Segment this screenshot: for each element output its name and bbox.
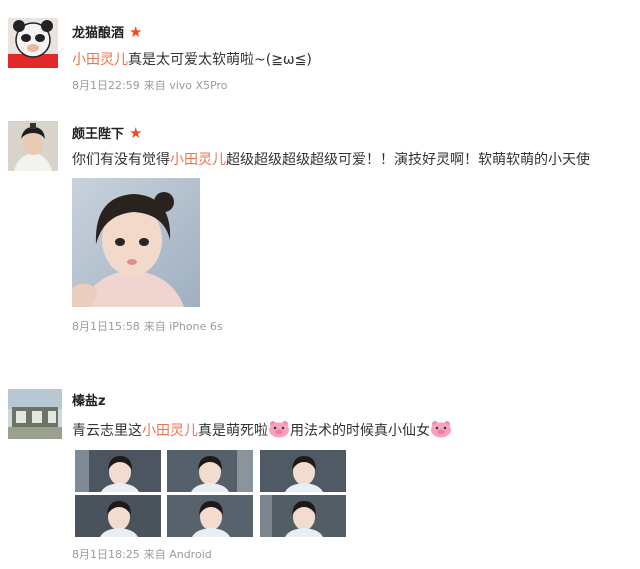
star-icon: ★: [129, 124, 143, 142]
post-source: vivo X5Pro: [169, 79, 228, 92]
source-prefix: 来自: [143, 548, 166, 561]
post-meta: 8月1日22:59 来自 vivo X5Pro: [72, 77, 228, 93]
post-date[interactable]: 8月1日18:25: [72, 548, 140, 561]
mention-link[interactable]: 小田灵儿: [142, 423, 198, 439]
pink-pig-face-icon: [431, 421, 451, 438]
post-1: 龙猫酿酒 ★ 小田灵儿真是太可爱太软萌啦~(≧ω≦) 8月1日22:59 来自 vi…: [0, 0, 640, 100]
post-source: Android: [169, 548, 212, 561]
post-text: 你们有没有觉得小田灵儿超级超级超级超级可爱！！演技好灵啊！软萌软萌的小天使: [72, 152, 590, 168]
post-date[interactable]: 8月1日15:58: [72, 320, 140, 333]
post-photo[interactable]: [72, 178, 200, 307]
avatar[interactable]: [8, 121, 58, 171]
photo-thumbnail[interactable]: [260, 450, 346, 492]
username[interactable]: 榛盐z: [72, 394, 106, 409]
post-text: 小田灵儿真是太可爱太软萌啦~(≧ω≦): [72, 52, 312, 68]
post-meta: 8月1日15:58 来自 iPhone 6s: [72, 318, 223, 334]
post-3: 榛盐z 青云志里这小田灵儿真是萌死啦 用法术的时候真小仙女 8月1日18:25 来自…: [0, 375, 640, 569]
photo-thumbnail[interactable]: [75, 450, 161, 492]
star-icon: ★: [129, 23, 143, 41]
post-2: 颇王陛下 ★ 你们有没有觉得小田灵儿超级超级超级超级可爱！！演技好灵啊！软萌软萌的…: [0, 100, 640, 333]
username[interactable]: 颇王陛下: [72, 127, 124, 142]
source-prefix: 来自: [143, 320, 166, 333]
photo-thumbnail[interactable]: [167, 450, 253, 492]
avatar[interactable]: [8, 389, 62, 439]
photo-thumbnail[interactable]: [167, 495, 253, 537]
post-text: 青云志里这小田灵儿真是萌死啦 用法术的时候真小仙女: [72, 420, 452, 440]
avatar[interactable]: [8, 18, 58, 68]
source-prefix: 来自: [143, 79, 166, 92]
post-date[interactable]: 8月1日22:59: [72, 79, 140, 92]
photo-thumbnail[interactable]: [260, 495, 346, 537]
pink-pig-face-icon: [269, 421, 289, 438]
mention-link[interactable]: 小田灵儿: [72, 52, 128, 68]
post-source: iPhone 6s: [169, 320, 223, 333]
post-meta: 8月1日18:25 来自 Android: [72, 546, 212, 562]
photo-thumbnail[interactable]: [75, 495, 161, 537]
username[interactable]: 龙猫酿酒: [72, 26, 124, 41]
mention-link[interactable]: 小田灵儿: [170, 152, 226, 168]
